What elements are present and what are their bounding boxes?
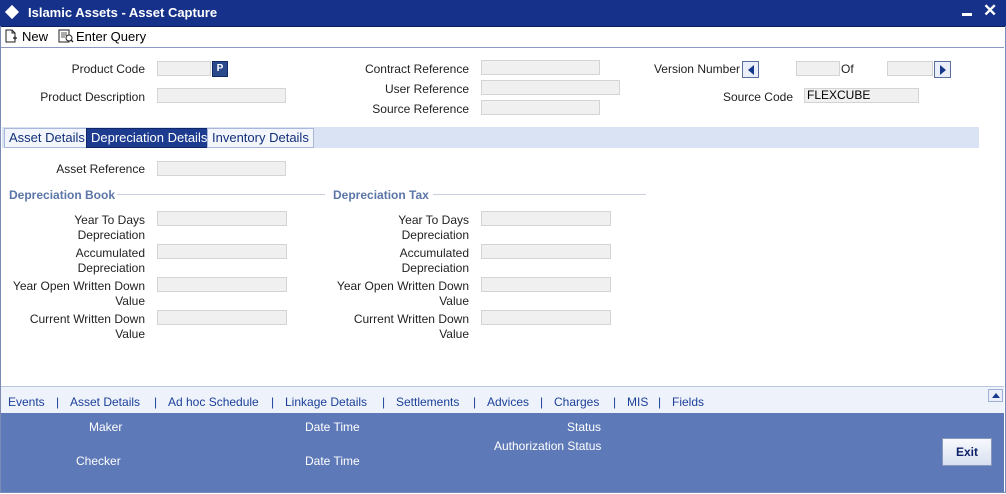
checker-date-time-label: Date Time (305, 454, 360, 468)
minimize-icon[interactable] (962, 13, 972, 16)
depreciation-tax-divider (433, 194, 646, 195)
link-separator: | (271, 395, 275, 409)
book-year-open-wdv-field[interactable] (157, 277, 287, 292)
label-line: Year To Days (74, 213, 145, 227)
source-reference-field[interactable] (481, 100, 600, 115)
arrow-left-icon (748, 65, 754, 75)
link-separator: | (56, 395, 60, 409)
label-line: Depreciation (77, 228, 145, 242)
checker-label: Checker (76, 454, 121, 468)
new-document-icon (4, 29, 18, 43)
source-code-field[interactable]: FLEXCUBE (804, 88, 919, 103)
close-icon[interactable]: ✕ (983, 1, 997, 21)
label-line: Accumulated (399, 246, 469, 260)
label-line: Accumulated (75, 246, 145, 260)
link-separator: | (154, 395, 158, 409)
tax-accumulated-depreciation-label: Accumulated Depreciation (320, 246, 469, 276)
tax-ytd-depreciation-label: Year To Days Depreciation (320, 213, 469, 243)
tax-year-open-wdv-label: Year Open Written Down Value (320, 279, 469, 309)
depreciation-tax-title: Depreciation Tax (333, 188, 429, 202)
tax-year-open-wdv-field[interactable] (481, 277, 611, 292)
link-settlements[interactable]: Settlements (396, 395, 459, 409)
label-line: Current Written Down (29, 312, 145, 326)
maker-label: Maker (89, 420, 123, 434)
tax-current-wdv-label: Current Written Down Value (320, 312, 469, 342)
contract-reference-label: Contract Reference (364, 62, 469, 76)
maker-date-time-label: Date Time (305, 420, 360, 434)
status-label: Status (567, 420, 602, 434)
product-code-field[interactable] (157, 61, 211, 76)
arrow-right-icon (940, 65, 946, 75)
user-reference-label: User Reference (384, 82, 469, 96)
depreciation-book-title: Depreciation Book (9, 188, 116, 202)
enter-query-label: Enter Query (76, 28, 147, 44)
new-button-label: New (22, 28, 49, 44)
book-year-open-wdv-label: Year Open Written Down Value (0, 279, 145, 309)
link-separator: | (473, 395, 477, 409)
product-lookup-button[interactable]: P (212, 61, 228, 77)
user-reference-field[interactable] (481, 80, 620, 95)
label-line: Value (439, 294, 469, 308)
tab-asset-details[interactable]: Asset Details (4, 128, 90, 148)
version-number-label: Version Number (653, 62, 740, 76)
product-code-label: Product Code (71, 62, 145, 76)
label-line: Value (115, 327, 145, 341)
link-mis[interactable]: MIS (627, 395, 648, 409)
product-description-field[interactable] (157, 88, 286, 103)
enter-query-button[interactable]: Enter Query (58, 27, 146, 45)
link-fields[interactable]: Fields (672, 395, 704, 409)
tab-depreciation-details[interactable]: Depreciation Details (86, 128, 213, 148)
authorization-status-label: Authorization Status (494, 439, 602, 453)
source-reference-label: Source Reference (372, 102, 469, 116)
book-accumulated-depreciation-label: Accumulated Depreciation (0, 246, 145, 276)
label-line: Depreciation (77, 261, 145, 275)
label-line: Year Open Written Down (12, 279, 145, 293)
label-line: Year Open Written Down (336, 279, 469, 293)
link-linkage-details[interactable]: Linkage Details (285, 395, 367, 409)
scroll-up-button[interactable] (988, 389, 1003, 402)
window-title: Islamic Assets - Asset Capture (28, 5, 218, 20)
link-charges[interactable]: Charges (554, 395, 599, 409)
previous-version-button[interactable] (742, 61, 759, 78)
link-advices[interactable]: Advices (487, 395, 529, 409)
link-separator: | (382, 395, 386, 409)
link-adhoc-schedule[interactable]: Ad hoc Schedule (168, 395, 259, 409)
label-line: Value (115, 294, 145, 308)
tax-accumulated-depreciation-field[interactable] (481, 244, 611, 259)
link-separator: | (658, 395, 662, 409)
tab-inventory-details[interactable]: Inventory Details (207, 128, 314, 148)
book-accumulated-depreciation-field[interactable] (157, 244, 287, 259)
label-line: Depreciation (401, 228, 469, 242)
version-current-field[interactable] (796, 61, 840, 76)
query-icon (58, 29, 74, 43)
of-label: Of (841, 62, 854, 76)
asset-reference-label: Asset Reference (56, 162, 145, 176)
toolbar (1, 27, 1004, 48)
asset-reference-field[interactable] (157, 161, 286, 176)
source-code-label: Source Code (722, 90, 793, 104)
link-separator: | (613, 395, 617, 409)
link-events[interactable]: Events (8, 395, 45, 409)
new-button[interactable]: New (4, 27, 48, 45)
link-asset-details[interactable]: Asset Details (70, 395, 140, 409)
arrow-up-icon (992, 393, 1000, 398)
label-line: Value (439, 327, 469, 341)
label-line: Depreciation (401, 261, 469, 275)
book-current-wdv-label: Current Written Down Value (0, 312, 145, 342)
product-description-label: Product Description (40, 90, 145, 104)
book-ytd-depreciation-field[interactable] (157, 211, 287, 226)
label-line: Year To Days (398, 213, 469, 227)
link-separator: | (540, 395, 544, 409)
depreciation-book-divider (117, 194, 325, 195)
next-version-button[interactable] (934, 61, 951, 78)
version-total-field[interactable] (887, 61, 933, 76)
tax-ytd-depreciation-field[interactable] (481, 211, 611, 226)
book-ytd-depreciation-label: Year To Days Depreciation (0, 213, 145, 243)
label-line: Current Written Down (353, 312, 469, 326)
tax-current-wdv-field[interactable] (481, 310, 611, 325)
exit-button[interactable]: Exit (942, 438, 992, 466)
contract-reference-field[interactable] (481, 60, 600, 75)
book-current-wdv-field[interactable] (157, 310, 287, 325)
